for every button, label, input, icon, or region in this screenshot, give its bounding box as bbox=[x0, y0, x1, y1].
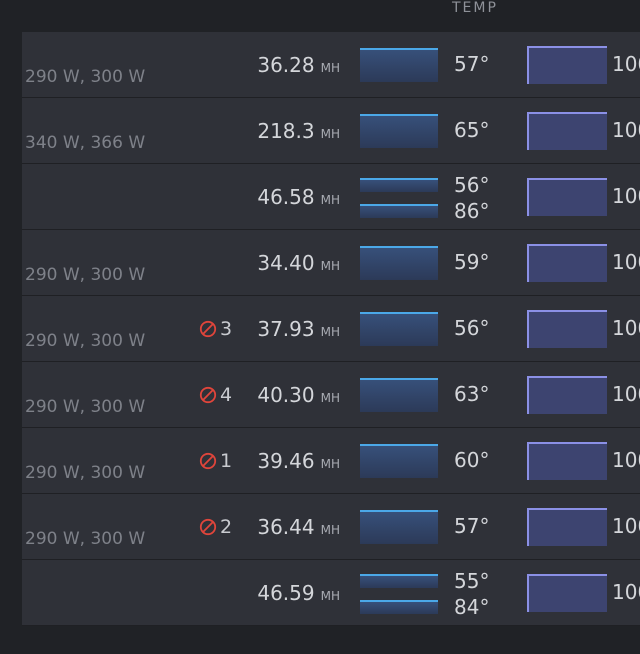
rig-row[interactable]: 290 W, 300 W 36.28 MH 57° 100 bbox=[22, 32, 640, 98]
fan-bar bbox=[527, 244, 607, 282]
hashrate-unit: MH bbox=[320, 456, 340, 471]
power-draw: 290 W, 300 W bbox=[25, 529, 146, 549]
fan-value: 100 bbox=[612, 514, 640, 538]
no-entry-icon bbox=[199, 320, 217, 337]
gpu-temperature: 57° bbox=[454, 52, 490, 76]
hashrate: 34.40 MH bbox=[257, 251, 340, 275]
gpu-temperature: 63° bbox=[454, 382, 490, 406]
hashrate-unit: MH bbox=[320, 522, 340, 537]
hashrate-value: 34.40 bbox=[257, 250, 315, 275]
error-count-value: 3 bbox=[220, 317, 233, 340]
rig-row[interactable]: 290 W, 300 W 34.40 MH 59° 100 bbox=[22, 230, 640, 296]
hashrate-sparkline bbox=[360, 114, 438, 148]
power-draw: 290 W, 300 W bbox=[25, 67, 146, 87]
hashrate: 46.58 MH bbox=[257, 185, 340, 209]
hashrate: 36.28 MH bbox=[257, 53, 340, 77]
hashrate-value: 46.58 bbox=[257, 184, 315, 209]
gpu-temperature: 86° bbox=[454, 199, 490, 223]
hashrate-sparkline bbox=[360, 246, 438, 280]
no-entry-icon bbox=[199, 518, 217, 535]
fan-value: 100 bbox=[612, 250, 640, 274]
rig-row[interactable]: 290 W, 300 W 4 40.30 MH 63° 100 bbox=[22, 362, 640, 428]
hashrate-sparkline bbox=[360, 204, 438, 218]
gpu-temperature: 65° bbox=[454, 118, 490, 142]
fan-value: 100 bbox=[612, 118, 640, 142]
error-count-value: 2 bbox=[220, 515, 233, 538]
hashrate-sparkline bbox=[360, 48, 438, 82]
power-draw: 290 W, 300 W bbox=[25, 463, 146, 483]
hashrate-sparkline bbox=[360, 378, 438, 412]
fan-value: 100 bbox=[612, 184, 640, 208]
fan-bar bbox=[527, 46, 607, 84]
fan-value: 100 bbox=[612, 448, 640, 472]
temp-column-header: TEMP bbox=[452, 0, 498, 16]
rig-row[interactable]: 46.59 MH 55°84° 100 bbox=[22, 560, 640, 626]
hashrate-value: 218.3 bbox=[257, 118, 315, 143]
hashrate-unit: MH bbox=[320, 390, 340, 405]
rig-row[interactable]: 290 W, 300 W 3 37.93 MH 56° 100 bbox=[22, 296, 640, 362]
hashrate-unit: MH bbox=[320, 60, 340, 75]
gpu-temperature: 57° bbox=[454, 514, 490, 538]
hashrate-unit: MH bbox=[320, 324, 340, 339]
hashrate-value: 36.44 bbox=[257, 514, 315, 539]
hashrate-unit: MH bbox=[320, 192, 340, 207]
hashrate: 39.46 MH bbox=[257, 449, 340, 473]
error-count-value: 1 bbox=[220, 449, 233, 472]
gpu-temperature: 56° bbox=[454, 173, 490, 197]
hashrate-value: 37.93 bbox=[257, 316, 315, 341]
rig-row[interactable]: 340 W, 366 W 218.3 MH 65° 100 bbox=[22, 98, 640, 164]
hashrate: 40.30 MH bbox=[257, 383, 340, 407]
hashrate-unit: MH bbox=[320, 258, 340, 273]
fan-value: 100 bbox=[612, 580, 640, 604]
rig-row[interactable]: 290 W, 300 W 2 36.44 MH 57° 100 bbox=[22, 494, 640, 560]
error-count-value: 4 bbox=[220, 383, 233, 406]
power-draw: 290 W, 300 W bbox=[25, 397, 146, 417]
fan-bar bbox=[527, 178, 607, 216]
fan-bar bbox=[527, 508, 607, 546]
hashrate-sparkline bbox=[360, 574, 438, 588]
power-draw: 340 W, 366 W bbox=[25, 133, 146, 153]
rig-row[interactable]: 46.58 MH 56°86° 100 bbox=[22, 164, 640, 230]
error-count: 3 bbox=[199, 318, 232, 340]
hashrate-value: 39.46 bbox=[257, 448, 315, 473]
rig-row[interactable]: 290 W, 300 W 1 39.46 MH 60° 100 bbox=[22, 428, 640, 494]
hashrate: 218.3 MH bbox=[257, 119, 340, 143]
gpu-temperature: 59° bbox=[454, 250, 490, 274]
fan-bar bbox=[527, 442, 607, 480]
fan-bar bbox=[527, 112, 607, 150]
gpu-temperature: 56° bbox=[454, 316, 490, 340]
error-count: 4 bbox=[199, 384, 232, 406]
fan-value: 100 bbox=[612, 316, 640, 340]
hashrate-sparkline bbox=[360, 600, 438, 614]
hashrate: 37.93 MH bbox=[257, 317, 340, 341]
hashrate-value: 36.28 bbox=[257, 52, 315, 77]
hashrate-sparkline bbox=[360, 510, 438, 544]
hashrate-sparkline bbox=[360, 178, 438, 192]
hashrate: 36.44 MH bbox=[257, 515, 340, 539]
fan-bar bbox=[527, 376, 607, 414]
rig-table: 290 W, 300 W36.28MH57°100340 W, 366 W218… bbox=[22, 32, 640, 626]
fan-bar bbox=[527, 310, 607, 348]
hashrate-sparkline bbox=[360, 312, 438, 346]
gpu-temperature: 84° bbox=[454, 595, 490, 619]
power-draw: 290 W, 300 W bbox=[25, 265, 146, 285]
hashrate-sparkline bbox=[360, 444, 438, 478]
hashrate: 46.59 MH bbox=[257, 581, 340, 605]
gpu-temperature: 60° bbox=[454, 448, 490, 472]
hashrate-value: 40.30 bbox=[257, 382, 315, 407]
no-entry-icon bbox=[199, 386, 217, 403]
no-entry-icon bbox=[199, 452, 217, 469]
power-draw: 290 W, 300 W bbox=[25, 331, 146, 351]
error-count: 2 bbox=[199, 516, 232, 538]
fan-value: 100 bbox=[612, 382, 640, 406]
hashrate-unit: MH bbox=[320, 588, 340, 603]
error-count: 1 bbox=[199, 450, 232, 472]
fan-value: 100 bbox=[612, 52, 640, 76]
hashrate-value: 46.59 bbox=[257, 580, 315, 605]
gpu-temperature: 55° bbox=[454, 569, 490, 593]
hashrate-unit: MH bbox=[320, 126, 340, 141]
fan-bar bbox=[527, 574, 607, 612]
